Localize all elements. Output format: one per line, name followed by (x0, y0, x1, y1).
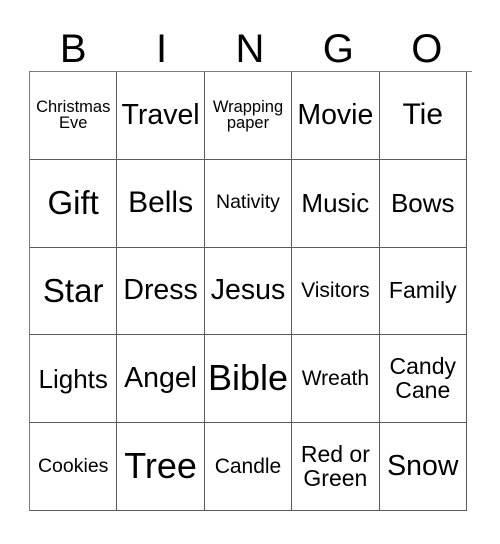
bingo-header-letter-o: O (411, 27, 443, 71)
bingo-cell-label: Music (301, 187, 370, 218)
bingo-cell[interactable]: Candy Cane (379, 335, 467, 424)
bingo-cell[interactable]: Christmas Eve (30, 72, 118, 160)
bingo-header-letter-n: N (235, 27, 265, 71)
bingo-cell-label: Tie (402, 98, 444, 132)
bingo-header-letter-b: B (59, 27, 87, 71)
bingo-cell[interactable]: Candle (204, 423, 293, 511)
bingo-cell-label: Gift (47, 184, 99, 222)
bingo-cell-label: Tree (124, 445, 197, 487)
bingo-cell-label: Jesus (210, 274, 286, 307)
bingo-cell-label: Cookies (37, 454, 109, 477)
bingo-cell-label: Bible (207, 357, 288, 399)
bingo-cell[interactable]: Jesus (204, 247, 293, 336)
bingo-cell[interactable]: Gift (30, 159, 118, 248)
bingo-cell[interactable]: Music (292, 159, 380, 248)
bingo-cell-label: Snow (387, 450, 459, 483)
bingo-cell-label: Visitors (301, 279, 370, 303)
bingo-cell[interactable]: Tree (117, 423, 205, 511)
bingo-cell[interactable]: Snow (379, 423, 467, 511)
bingo-cell[interactable]: Cookies (30, 423, 118, 511)
bingo-row: Gift Bells Nativity Music Bows (30, 159, 472, 248)
bingo-cell[interactable]: Bells (117, 159, 205, 248)
bingo-cell[interactable]: Travel (117, 72, 205, 160)
bingo-cell[interactable]: Movie (292, 72, 380, 160)
bingo-cell-label: Dress (123, 274, 198, 307)
bingo-cell[interactable]: Red or Green (292, 423, 380, 511)
bingo-cell-label: Movie (297, 98, 374, 131)
bingo-cell[interactable]: Lights (30, 335, 118, 424)
bingo-row: Cookies Tree Candle Red or Green Snow (30, 423, 472, 511)
bingo-cell[interactable]: Bible (204, 335, 293, 424)
bingo-header-row: B I N G O (29, 18, 471, 71)
bingo-cell-label: Wrapping paper (212, 97, 284, 133)
bingo-header-letter-g: G (322, 27, 354, 71)
bingo-cell[interactable]: Angel (117, 335, 205, 424)
bingo-cell-label: Christmas Eve (36, 97, 111, 133)
bingo-cell-label: Candy Cane (389, 353, 456, 403)
bingo-cell-label: Lights (38, 363, 108, 394)
bingo-cell[interactable]: Family (379, 247, 467, 336)
bingo-row: Star Dress Jesus Visitors Family (30, 247, 472, 336)
bingo-cell-label: Travel (121, 98, 200, 131)
bingo-cell[interactable]: Star (30, 247, 118, 336)
bingo-cell[interactable]: Visitors (292, 247, 380, 336)
bingo-cell[interactable]: Bows (379, 159, 467, 248)
bingo-cell-label: Nativity (216, 191, 280, 214)
bingo-cell-label: Wreath (301, 367, 370, 391)
bingo-header-letter-i: I (156, 27, 168, 71)
bingo-grid: Christmas Eve Travel Wrapping paper Movi… (29, 71, 472, 511)
bingo-cell-label: Candle (214, 454, 282, 478)
bingo-cell-label: Red or Green (300, 441, 370, 491)
bingo-cell[interactable]: Tie (379, 72, 467, 160)
bingo-cell-label: Star (42, 272, 104, 310)
bingo-cell[interactable]: Wrapping paper (204, 72, 293, 160)
bingo-cell-label: Bells (128, 185, 194, 219)
bingo-card: B I N G O Christmas Eve Travel Wrapping … (29, 18, 472, 511)
bingo-cell-label: Angel (124, 362, 198, 395)
bingo-row: Christmas Eve Travel Wrapping paper Movi… (30, 72, 472, 160)
bingo-cell[interactable]: Wreath (292, 335, 380, 424)
bingo-cell-label: Bows (390, 187, 455, 218)
bingo-cell-label: Family (388, 277, 457, 304)
bingo-cell[interactable]: Dress (117, 247, 205, 336)
bingo-row: Lights Angel Bible Wreath Candy Cane (30, 335, 472, 424)
bingo-cell[interactable]: Nativity (204, 159, 293, 248)
